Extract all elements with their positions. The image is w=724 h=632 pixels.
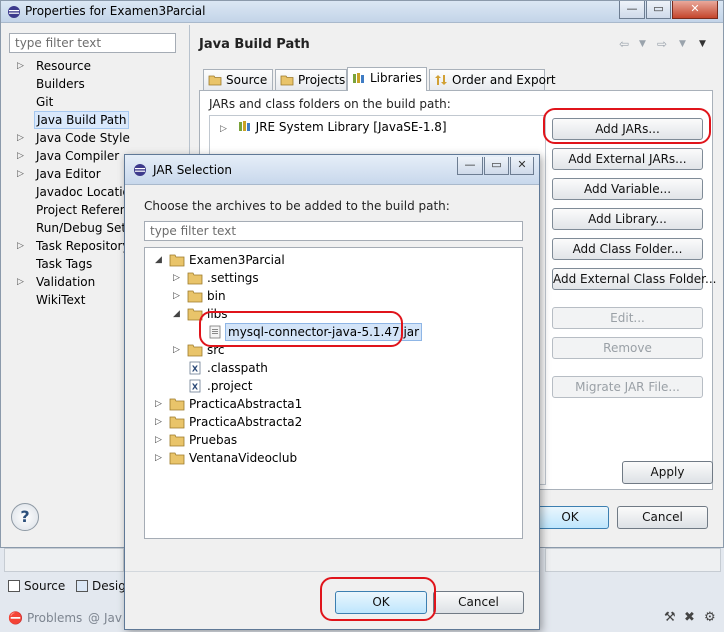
title-bar: Properties for Examen3Parcial — ▭ ✕ [1,1,723,23]
folder-icon [187,272,203,285]
window-title: Properties for Examen3Parcial [25,4,206,18]
expand-arrow-icon[interactable]: ▷ [155,395,165,413]
add-jars-button[interactable]: Add JARs... [552,118,703,140]
forward-arrow-icon[interactable]: ⇨ [657,37,667,51]
collapse-arrow-icon[interactable]: ◢ [155,251,165,269]
dialog-title: JAR Selection [153,163,232,177]
add-external-jars-button[interactable]: Add External JARs... [552,148,703,170]
folder-open-icon [187,308,203,321]
minimize-button[interactable]: — [619,1,645,19]
apply-button[interactable]: Apply [622,461,713,484]
expand-arrow-icon[interactable]: ▷ [173,341,183,359]
folder-icon [187,344,203,357]
expand-arrow-icon[interactable]: ▷ [173,287,183,305]
collapse-arrow-icon[interactable]: ◢ [173,305,183,323]
close-button[interactable]: ✕ [672,1,718,19]
eclipse-icon [8,6,20,18]
library-entry-jre[interactable]: ▷ JRE System Library [JavaSE-1.8] [220,120,447,134]
back-history-chevron-icon[interactable]: ▼ [639,39,646,49]
project-folder-icon [169,398,185,411]
library-icon [238,121,250,131]
dialog-close-button[interactable]: ✕ [510,157,534,175]
expand-arrow-icon[interactable]: ▷ [17,129,27,147]
editor-scrollbar-right[interactable] [545,548,721,572]
order-export-icon [435,75,447,85]
view-tab-problems[interactable]: ⛔ Problems [8,608,82,628]
forward-history-chevron-icon[interactable]: ▼ [679,39,686,49]
edit-button[interactable]: Edit... [552,307,703,329]
add-library-button[interactable]: Add Library... [552,208,703,230]
svg-text:X: X [192,365,199,374]
view-tab-javadoc[interactable]: @ Jav [88,608,124,628]
expand-arrow-icon[interactable]: ▷ [17,165,27,183]
ok-button[interactable]: OK [531,506,609,529]
tab-projects[interactable]: Projects [275,69,347,90]
javadoc-icon: @ [88,611,100,625]
page-title: Java Build Path [199,37,310,52]
folder-icon [187,290,203,303]
source-view-icon [8,580,20,592]
add-class-folder-button[interactable]: Add Class Folder... [552,238,703,260]
tab-source[interactable]: Source [203,69,273,90]
view-menu-icon[interactable]: ▼ [699,39,706,49]
project-folder-icon [169,416,185,429]
design-view-icon [76,580,88,592]
archive-tree[interactable]: ◢ Examen3Parcial ▷ .settings ▷ bin ◢ lib… [144,247,523,539]
expand-arrow-icon[interactable]: ▷ [173,269,183,287]
expand-arrow-icon[interactable]: ▷ [155,449,165,467]
tool-icon[interactable]: ⚒ [664,610,676,625]
dialog-ok-button[interactable]: OK [335,591,427,614]
settings-icon[interactable]: ⚙ [704,610,716,625]
libraries-icon [353,73,364,83]
xml-file-icon: X [189,379,201,393]
dialog-minimize-button[interactable]: — [457,157,483,175]
build-path-label: JARs and class folders on the build path… [209,97,451,111]
dialog-filter-input[interactable]: type filter text [144,221,523,241]
add-variable-button[interactable]: Add Variable... [552,178,703,200]
jar-selection-dialog: JAR Selection — ▭ ✕ Choose the archives … [124,154,540,630]
problems-icon: ⛔ [8,611,23,625]
cancel-button[interactable]: Cancel [617,506,708,529]
expand-arrow-icon[interactable]: ▷ [155,413,165,431]
maximize-button[interactable]: ▭ [646,1,671,19]
editor-tab-design[interactable]: Design [76,576,124,596]
source-folder-icon [208,75,222,86]
add-external-class-folder-button[interactable]: Add External Class Folder... [552,268,716,290]
editor-tab-source[interactable]: Source [8,576,65,596]
project-folder-icon [169,434,185,447]
eclipse-icon [134,164,146,176]
svg-text:X: X [192,383,199,392]
dialog-instruction: Choose the archives to be added to the b… [144,199,450,213]
project-folder-icon [169,452,185,465]
filter-input[interactable]: type filter text [9,33,176,53]
xml-file-icon: X [189,361,201,375]
tab-order-and-export[interactable]: Order and Export [429,69,556,90]
close-view-icon[interactable]: ✖ [684,610,695,625]
jar-file-icon [209,325,221,339]
expand-arrow-icon[interactable]: ▷ [17,273,27,291]
remove-button[interactable]: Remove [552,337,703,359]
dialog-maximize-button[interactable]: ▭ [484,157,509,175]
help-icon[interactable]: ? [11,503,39,531]
dialog-title-bar: JAR Selection — ▭ ✕ [125,155,539,185]
expand-arrow-icon[interactable]: ▷ [17,237,27,255]
editor-scrollbar[interactable] [4,548,124,572]
dialog-cancel-button[interactable]: Cancel [433,591,524,614]
tab-libraries[interactable]: Libraries [347,67,427,91]
back-arrow-icon[interactable]: ⇦ [619,37,629,51]
dialog-divider [125,571,539,572]
expand-arrow-icon[interactable]: ▷ [17,57,27,75]
expand-arrow-icon[interactable]: ▷ [17,147,27,165]
expand-arrow-icon[interactable]: ▷ [220,124,234,134]
expand-arrow-icon[interactable]: ▷ [155,431,165,449]
project-folder-icon [169,254,185,267]
projects-folder-icon [280,75,294,86]
migrate-jar-button[interactable]: Migrate JAR File... [552,376,703,398]
